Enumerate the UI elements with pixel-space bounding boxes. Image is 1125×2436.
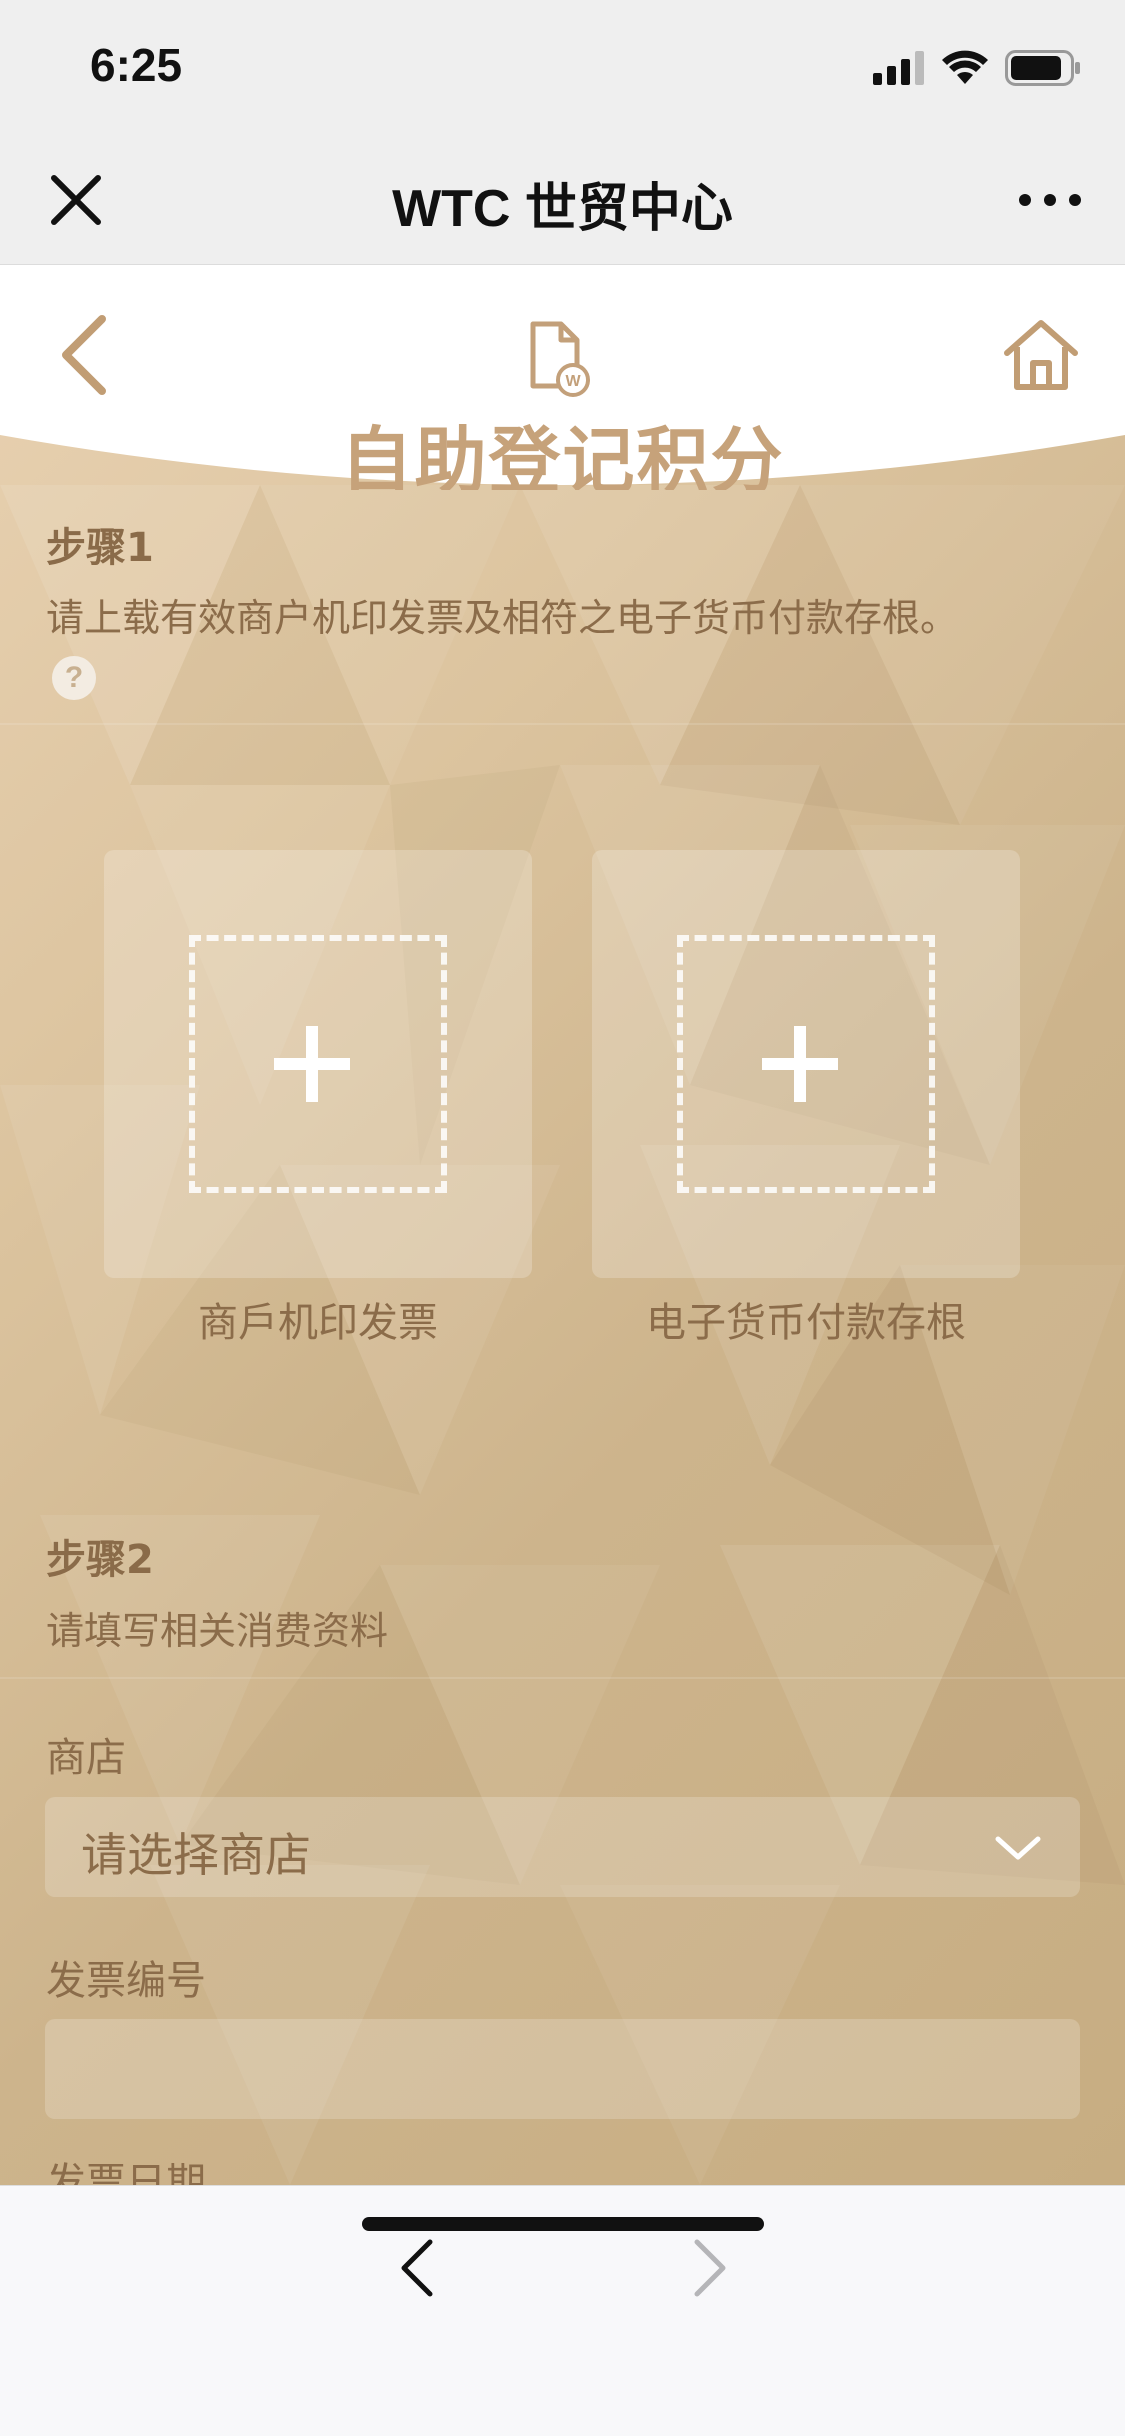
chevron-down-icon (995, 1836, 1041, 1860)
invoice-date-label: 发票日期 (46, 2160, 206, 2185)
step1-description: 请上载有效商户机印发票及相符之电子货币付款存根。 (46, 596, 959, 640)
more-icon[interactable] (1015, 188, 1085, 212)
plus-icon (677, 935, 935, 1193)
document-icon: W (530, 321, 590, 397)
step2-description: 请填写相关消费资料 (46, 1609, 389, 1653)
back-arrow-icon[interactable] (52, 313, 116, 397)
store-label: 商店 (46, 1735, 126, 1781)
section-divider (0, 723, 1125, 725)
plus-icon (189, 935, 447, 1193)
home-indicator (362, 2217, 764, 2231)
status-icons (873, 48, 1081, 88)
invoice-number-input[interactable] (45, 2019, 1080, 2119)
upload-payment-stub-label: 电子货币付款存根 (646, 1300, 966, 1346)
signal-icon (873, 51, 924, 85)
nav-forward-icon[interactable] (691, 2236, 731, 2300)
nav-back-icon[interactable] (396, 2236, 436, 2300)
step1-title: 步骤1 (46, 525, 154, 571)
store-select[interactable]: 请选择商店 (45, 1797, 1080, 1897)
svg-text:W: W (565, 373, 581, 390)
invoice-number-label: 发票编号 (46, 1958, 206, 2004)
status-bar: 6:25 (0, 0, 1125, 140)
upload-invoice-button[interactable] (104, 850, 532, 1278)
step2-title: 步骤2 (46, 1537, 154, 1583)
home-icon[interactable] (1001, 317, 1081, 391)
wechat-title: WTC 世贸中心 (392, 180, 733, 238)
store-select-placeholder: 请选择商店 (81, 1828, 311, 1882)
wifi-icon (942, 50, 988, 84)
main-content: W 自助登记积分 步骤1 请上载有效商户机印发票及相符之电子货币付款存根。 ? … (0, 265, 1125, 2185)
upload-payment-stub-button[interactable] (592, 850, 1020, 1278)
section-divider (0, 1677, 1125, 1679)
upload-invoice-label: 商戶机印发票 (198, 1300, 438, 1346)
page-title: 自助登记积分 (340, 419, 785, 490)
wechat-nav-bar: WTC 世贸中心 (0, 140, 1125, 265)
status-time: 6:25 (90, 39, 183, 91)
help-icon[interactable]: ? (52, 656, 96, 700)
battery-icon (1005, 50, 1080, 86)
